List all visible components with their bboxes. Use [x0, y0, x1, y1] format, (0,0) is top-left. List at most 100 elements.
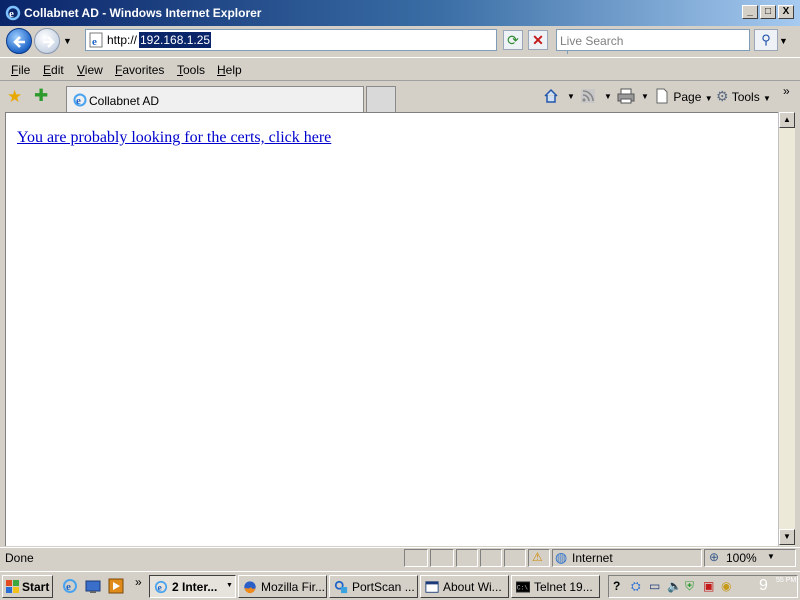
search-options-dropdown[interactable]: ▼: [779, 36, 788, 46]
quicklaunch-desktop-icon[interactable]: [85, 578, 101, 594]
tab-collabnet-ad[interactable]: e Collabnet AD: [66, 86, 364, 112]
volume-tray-icon[interactable]: 🔈: [667, 579, 682, 594]
task-label: About Wi...: [443, 580, 502, 594]
status-panel: [504, 549, 526, 567]
forward-icon: [43, 36, 55, 48]
taskbar-task[interactable]: Mozilla Fir...: [238, 575, 327, 598]
taskbar: Start e » e 2 Inter... ▼ Mozilla Fir... …: [0, 571, 800, 600]
security-tray-icon[interactable]: ▣: [703, 579, 718, 594]
address-row: ▼ e http:// 192.168.1.25 ▼ ⟳ ✕ Live Sear…: [0, 26, 800, 56]
taskbar-task[interactable]: C:\ Telnet 19...: [511, 575, 600, 598]
minimize-button[interactable]: _: [742, 5, 758, 19]
home-dropdown[interactable]: ▼: [567, 92, 575, 110]
new-tab-button[interactable]: [366, 86, 396, 112]
refresh-icon: ⟳: [507, 32, 519, 48]
address-field[interactable]: e http:// 192.168.1.25 ▼: [85, 29, 582, 54]
status-panel: [480, 549, 502, 567]
start-button[interactable]: Start: [2, 575, 53, 598]
close-button[interactable]: X: [778, 5, 794, 19]
ie-tab-icon: e: [73, 93, 87, 107]
print-dropdown[interactable]: ▼: [641, 92, 649, 110]
firefox-icon: [244, 581, 256, 594]
tools-menu-button[interactable]: ⚙ Tools ▼: [716, 88, 771, 106]
help-tray-icon[interactable]: ?: [613, 579, 628, 594]
globe-icon: ◍: [555, 549, 568, 565]
feeds-dropdown[interactable]: ▼: [604, 92, 612, 110]
back-button[interactable]: [6, 28, 32, 54]
favorites-star-icon: ★: [7, 87, 23, 106]
svg-text:e: e: [92, 36, 97, 48]
zoom-level: 100%: [726, 551, 757, 565]
scroll-down-button[interactable]: ▼: [779, 529, 795, 545]
system-tray: ? ⛭ ▭ 🔈 ⛨ ▣ ◉ 9 55 PM: [608, 575, 798, 598]
quicklaunch-media-icon[interactable]: [108, 578, 124, 594]
gear-icon: ⚙: [716, 88, 729, 104]
portscan-icon: [334, 580, 348, 594]
menu-tools-rest: ools: [183, 63, 206, 77]
feeds-icon: [581, 89, 595, 103]
favorites-center-button[interactable]: ★: [7, 87, 22, 107]
task-label: 2 Inter...: [172, 580, 218, 594]
menu-file[interactable]: File: [11, 63, 30, 77]
menu-edit[interactable]: Edit: [43, 63, 64, 77]
update-tray-icon[interactable]: ◉: [721, 579, 736, 594]
menu-file-rest: ile: [18, 63, 31, 77]
tools-menu-arrow: ▼: [763, 94, 771, 103]
svg-text:e: e: [158, 583, 163, 594]
menu-tools[interactable]: Tools: [177, 63, 205, 77]
refresh-button[interactable]: ⟳: [503, 30, 523, 50]
tab-row: ★ ✚ e Collabnet AD ▼ ▼ ▼ Page ▼ ⚙ Tools …: [0, 82, 800, 112]
menu-help[interactable]: Help: [217, 63, 242, 77]
task-label: PortScan ...: [352, 580, 415, 594]
network-tray-icon[interactable]: ⛭: [631, 579, 646, 594]
status-panel: [404, 549, 428, 567]
menu-view[interactable]: View: [77, 63, 103, 77]
quicklaunch-ie-icon[interactable]: e: [62, 578, 78, 594]
title-bar[interactable]: e Collabnet AD - Windows Internet Explor…: [0, 0, 800, 26]
svg-text:C:\: C:\: [517, 585, 528, 592]
shield-tray-icon[interactable]: ⛨: [685, 579, 700, 594]
menu-edit-key: E: [43, 63, 52, 77]
clock-detail: 55 PM: [776, 577, 797, 584]
menu-bar: File Edit View Favorites Tools Help: [0, 57, 800, 81]
maximize-button[interactable]: □: [760, 5, 776, 19]
page-icon: [656, 88, 668, 104]
monitor-tray-icon[interactable]: ▭: [649, 579, 664, 594]
tab-label: Collabnet AD: [89, 94, 160, 108]
console-icon: C:\: [516, 581, 530, 593]
security-zone-label: Internet: [572, 551, 613, 565]
forward-button[interactable]: [34, 28, 60, 54]
clock-hour[interactable]: 9: [759, 577, 768, 595]
quicklaunch-more-icon[interactable]: »: [135, 575, 142, 589]
status-bar: Done ⚠ ◍ Internet ⊕ ▼ 100%: [0, 547, 800, 567]
menu-edit-rest: dit: [51, 63, 64, 77]
start-label: Start: [22, 580, 50, 594]
page-menu-button[interactable]: Page ▼: [654, 88, 713, 106]
zoom-dropdown-arrow: ▼: [767, 552, 775, 561]
ie-icon: e: [5, 5, 21, 21]
scroll-up-button[interactable]: ▲: [779, 112, 795, 128]
search-input[interactable]: Live Search: [556, 29, 750, 51]
certs-link[interactable]: You are probably looking for the certs, …: [17, 129, 331, 147]
menu-help-rest: elp: [225, 63, 242, 77]
add-favorite-button[interactable]: ✚: [34, 86, 48, 106]
vertical-scrollbar[interactable]: ▲ ▼: [778, 112, 795, 546]
taskbar-task[interactable]: PortScan ...: [329, 575, 418, 598]
address-prefix: http://: [107, 33, 138, 47]
stop-button[interactable]: ✕: [528, 30, 548, 50]
home-button[interactable]: [543, 88, 559, 106]
zoom-icon: ⊕: [709, 550, 720, 564]
recent-pages-dropdown[interactable]: ▼: [63, 36, 72, 46]
taskbar-task[interactable]: e 2 Inter... ▼: [149, 575, 236, 598]
feeds-button[interactable]: [580, 88, 596, 106]
page-menu-label: Page: [673, 90, 702, 104]
menu-favorites[interactable]: Favorites: [115, 63, 164, 77]
print-button[interactable]: [617, 88, 635, 106]
taskbar-task[interactable]: About Wi...: [420, 575, 509, 598]
home-icon: [544, 88, 558, 103]
search-button[interactable]: ⚲: [754, 29, 778, 51]
menu-view-rest: iew: [84, 63, 103, 77]
chevron-more-icon[interactable]: »: [783, 84, 790, 98]
menu-favorites-rest: avorites: [122, 63, 165, 77]
protected-mode-panel[interactable]: ⚠: [528, 549, 550, 567]
